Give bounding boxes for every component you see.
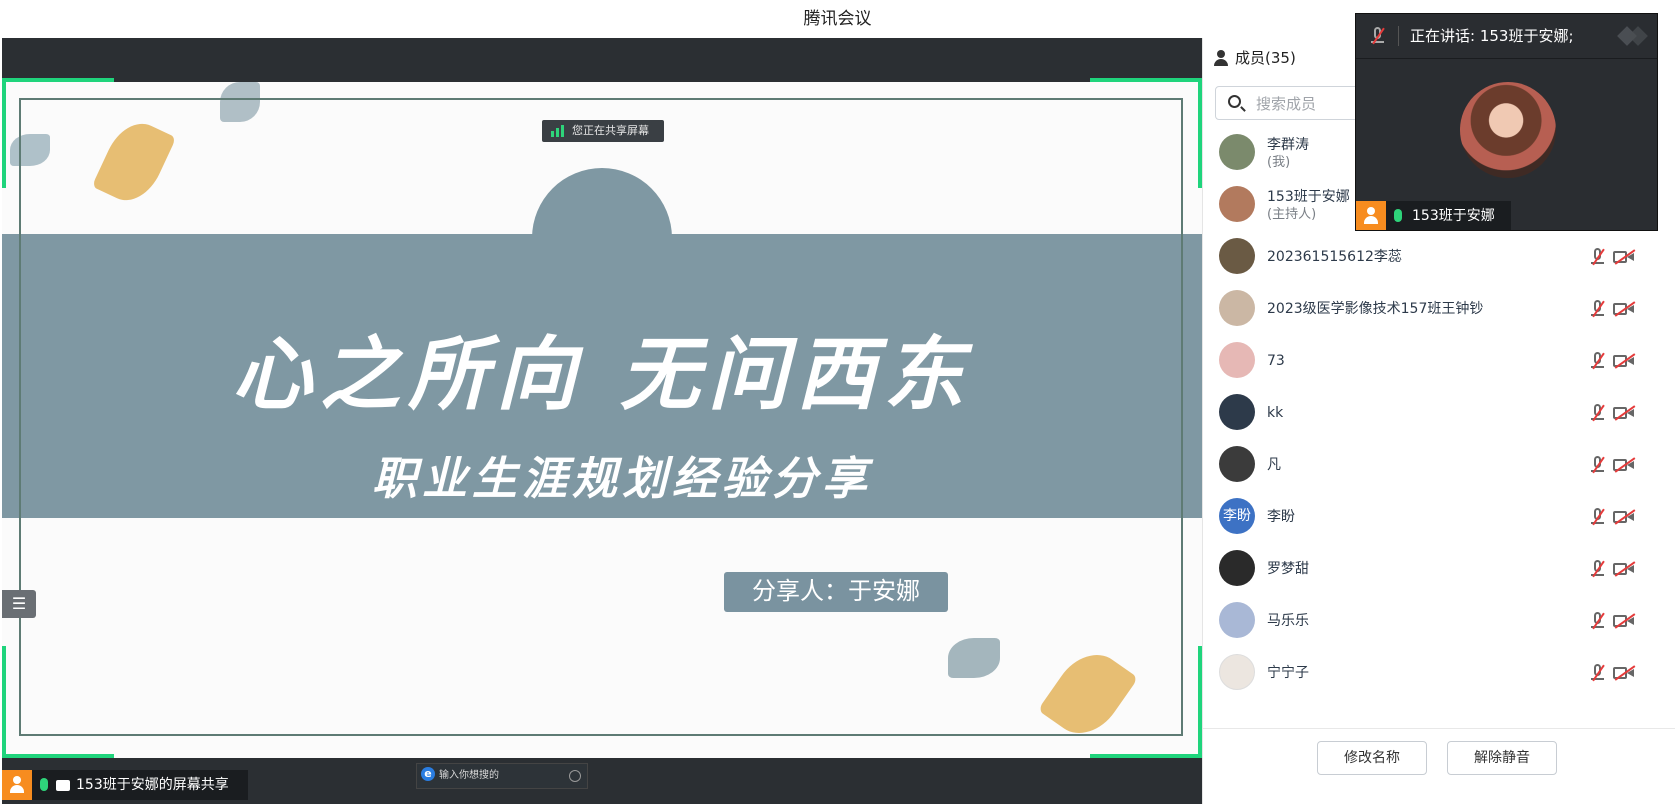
avatar (1219, 290, 1255, 326)
share-border-corner (2, 646, 6, 758)
members-icon (1213, 50, 1229, 66)
avatar (1219, 186, 1255, 222)
camera-off-icon[interactable] (1613, 665, 1636, 681)
member-role: (我) (1267, 155, 1291, 170)
member-row[interactable]: 202361515612李蕊 (1203, 232, 1675, 282)
mic-muted-icon[interactable] (1590, 664, 1606, 682)
sharing-indicator[interactable]: 您正在共享屏幕 (542, 120, 664, 142)
speaker-avatar (1460, 82, 1556, 178)
avatar (1219, 550, 1255, 586)
user-avatar-icon (1356, 201, 1386, 230)
mic-muted-icon[interactable] (1370, 27, 1386, 45)
mic-muted-icon[interactable] (1590, 560, 1606, 578)
share-border-corner (2, 754, 114, 758)
member-name: 153班于安娜 (1267, 189, 1350, 205)
presenter-label: 分享人：于安娜 (724, 572, 948, 612)
member-row[interactable]: 73 (1203, 336, 1675, 386)
speaking-indicator: 正在讲话: 153班于安娜; (1410, 27, 1574, 45)
member-name: 罗梦甜 (1267, 561, 1309, 577)
mic-muted-icon[interactable] (1590, 300, 1606, 318)
share-border-corner (2, 78, 6, 188)
mic-muted-icon[interactable] (1590, 508, 1606, 526)
camera-off-icon[interactable] (1613, 561, 1636, 577)
mic-muted-icon[interactable] (1590, 612, 1606, 630)
member-name: 2023级医学影像技术157班王钟钞 (1267, 301, 1484, 317)
slide-title: 心之所向 无问西东 (232, 327, 972, 421)
mic-icon (40, 778, 48, 791)
share-border-corner (1090, 754, 1202, 758)
camera-off-icon[interactable] (1613, 457, 1636, 473)
browser-icon: e (421, 767, 435, 781)
camera-off-icon[interactable] (1613, 301, 1636, 317)
member-row[interactable]: kk (1203, 388, 1675, 438)
mic-muted-icon[interactable] (1590, 404, 1606, 422)
shared-screen-area: 心之所向 无问西东 职业生涯规划经验分享 分享人：于安娜 您正在共享屏幕 ☰ e… (2, 38, 1202, 804)
member-row[interactable]: 宁宁子 (1203, 648, 1675, 698)
camera-off-icon[interactable] (1613, 353, 1636, 369)
member-name: 73 (1267, 353, 1285, 369)
avatar (1219, 342, 1255, 378)
slide-subtitle: 职业生涯规划经验分享 (371, 452, 872, 505)
panel-footer: 修改名称 解除静音 (1203, 728, 1675, 805)
member-name: 李盼 (1267, 509, 1295, 525)
screen-share-owner-label: 153班于安娜的屏幕共享 (2, 770, 248, 800)
presentation-slide: 心之所向 无问西东 职业生涯规划经验分享 分享人：于安娜 (2, 82, 1202, 758)
user-avatar-icon (2, 770, 32, 800)
camera-off-icon[interactable] (1613, 405, 1636, 421)
signal-icon (551, 125, 567, 137)
speaker-name-label: 153班于安娜 (1356, 201, 1511, 230)
member-name: 202361515612李蕊 (1267, 249, 1402, 265)
camera-off-icon[interactable] (1613, 249, 1636, 265)
speaker-header: 正在讲话: 153班于安娜; (1356, 14, 1657, 59)
search-icon (1228, 95, 1241, 108)
avatar (1219, 602, 1255, 638)
member-name: 宁宁子 (1267, 665, 1309, 681)
share-border-corner (2, 78, 114, 82)
unmute-button[interactable]: 解除静音 (1447, 741, 1557, 775)
member-name: 李群涛 (1267, 137, 1309, 153)
camera-off-icon[interactable] (1613, 509, 1636, 525)
member-row[interactable]: 罗梦甜 (1203, 544, 1675, 594)
member-row[interactable]: 马乐乐 (1203, 596, 1675, 646)
member-name: kk (1267, 405, 1284, 421)
tab-members[interactable]: 成员(35) (1211, 38, 1296, 78)
avatar (1219, 134, 1255, 170)
rename-button[interactable]: 修改名称 (1317, 741, 1427, 775)
browser-search-placeholder: 输入你想搜的 (439, 770, 499, 781)
member-row[interactable]: 李盼 李盼 (1203, 492, 1675, 542)
camera-off-icon[interactable] (1613, 613, 1636, 629)
sharing-indicator-text: 您正在共享屏幕 (572, 124, 649, 137)
tab-members-label: 成员(35) (1235, 49, 1296, 67)
avatar (1219, 394, 1255, 430)
tencent-meeting-logo-icon (1617, 24, 1648, 48)
avatar (1219, 654, 1255, 690)
member-row[interactable]: 凡 (1203, 440, 1675, 490)
browser-search-bar[interactable]: e 输入你想搜的 (416, 763, 588, 789)
screen-share-icon (56, 780, 70, 791)
mic-icon (1394, 209, 1402, 222)
avatar: 李盼 (1219, 498, 1255, 534)
member-name: 马乐乐 (1267, 613, 1309, 629)
member-name: 凡 (1267, 457, 1281, 473)
mic-muted-icon[interactable] (1590, 248, 1606, 266)
speaker-name: 153班于安娜 (1412, 208, 1495, 224)
search-icon (569, 770, 581, 782)
avatar (1219, 238, 1255, 274)
mic-muted-icon[interactable] (1590, 456, 1606, 474)
share-border-corner (1090, 78, 1202, 82)
screen-share-owner-text: 153班于安娜的屏幕共享 (76, 777, 229, 793)
speaker-video-window[interactable]: 正在讲话: 153班于安娜; 153班于安娜 (1355, 13, 1658, 231)
mic-muted-icon[interactable] (1590, 352, 1606, 370)
avatar (1219, 446, 1255, 482)
list-icon[interactable]: ☰ (2, 590, 36, 618)
member-role: (主持人) (1267, 207, 1317, 222)
member-row[interactable]: 2023级医学影像技术157班王钟钞 (1203, 284, 1675, 334)
